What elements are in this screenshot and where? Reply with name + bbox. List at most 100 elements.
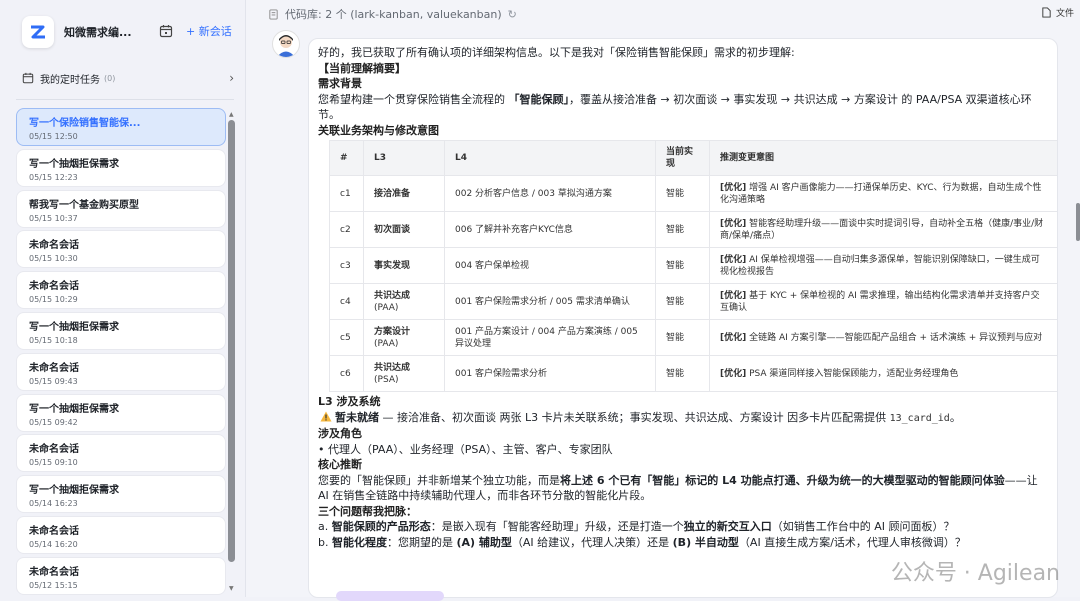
calendar-icon[interactable] xyxy=(159,24,173,38)
repo-icon xyxy=(269,8,278,20)
assistant-message: 好的，我已获取了所有确认项的详细架构信息。以下是我对「保险销售智能保顾」需求的初… xyxy=(308,38,1058,598)
refresh-icon[interactable]: ↻ xyxy=(508,8,517,21)
col-header: L3 xyxy=(363,140,445,176)
repo-count: 代码库: 2 个 (lark-kanban, valuekanban) xyxy=(285,8,502,21)
row-l3: 事实发现 xyxy=(363,247,445,284)
row-l3: 初次面谈 xyxy=(363,211,445,248)
conversation-item[interactable]: 未命名会话 05/15 09:43 xyxy=(16,352,226,391)
scheduled-count: (0) xyxy=(104,73,116,83)
conversation-title: 写一个抽烟拒保需求 xyxy=(29,321,119,333)
row-id: c2 xyxy=(329,211,364,248)
question-b: b. 智能化程度：您期望的是 (A) 辅助型（AI 给建议，代理人决策）还是 (… xyxy=(318,535,966,549)
row-impl: 智能 xyxy=(655,211,710,248)
core-text: 您要的「智能保顾」并非新增某个独立功能，而是将上述 6 个已有「智能」标记的 L… xyxy=(318,473,1038,503)
conversation-title: 未命名会话 xyxy=(29,525,79,537)
conversation-item[interactable]: 写一个抽烟拒保需求 05/15 09:42 xyxy=(16,393,226,432)
conversation-date: 05/15 12:23 xyxy=(29,172,78,182)
row-l3: 接洽准备 xyxy=(363,175,445,212)
row-intent: [优化] AI 保单检视增强——自动归集多源保单，智能识别保障缺口，一键生成可视… xyxy=(709,247,1057,284)
conversation-item[interactable]: 未命名会话 05/14 16:20 xyxy=(16,515,226,554)
chat-scrollbar[interactable] xyxy=(1076,203,1080,241)
row-id: c4 xyxy=(329,283,364,320)
conversation-item[interactable]: 未命名会话 05/15 09:10 xyxy=(16,434,226,473)
conversation-date: 05/15 10:18 xyxy=(29,335,78,345)
conversation-item[interactable]: 未命名会话 05/15 10:29 xyxy=(16,271,226,310)
row-impl: 智能 xyxy=(655,175,710,212)
app-logo-icon xyxy=(31,25,45,39)
conversation-item[interactable]: 写一个保险销售智能保... 05/15 12:50 xyxy=(16,108,226,146)
col-header: # xyxy=(329,140,364,176)
conversation-date: 05/15 12:50 xyxy=(29,132,78,141)
conversation-item[interactable]: 写一个抽烟拒保需求 05/15 12:23 xyxy=(16,148,226,187)
scroll-down-icon[interactable]: ▼ xyxy=(229,585,234,592)
table-row: c4 共识达成 (PAA) 001 客户保险需求分析 / 005 需求清单确认 智能 [优… xyxy=(329,283,1057,320)
row-l4: 004 客户保单检视 xyxy=(444,247,656,284)
conversation-item[interactable]: 帮我写一个基金购买原型 05/15 10:37 xyxy=(16,189,226,228)
l3-systems-heading: L3 涉及系统 xyxy=(318,395,381,408)
input-bar-hint[interactable] xyxy=(336,591,444,601)
chevron-right-icon: › xyxy=(229,71,234,85)
row-impl: 智能 xyxy=(655,247,710,284)
architecture-table: # L3 L4 当前实现 推测变更意图 c1 接洽准备 002 分析客户信息 / 0… xyxy=(329,140,1057,392)
watermark: 公众号 · Agilean xyxy=(890,561,1060,586)
divider xyxy=(16,99,234,100)
scroll-up-icon[interactable]: ▲ xyxy=(229,111,234,118)
intro-text: 好的，我已获取了所有确认项的详细架构信息。以下是我对「保险销售智能保顾」需求的初… xyxy=(318,46,795,59)
conversation-title: 写一个保险销售智能保... xyxy=(29,118,141,129)
row-intent: [优化] 基于 KYC + 保单检视的 AI 需求推理，输出结构化需求清单并支持… xyxy=(709,283,1057,320)
files-button[interactable]: 文件 xyxy=(1041,6,1074,19)
core-heading: 核心推断 xyxy=(318,458,362,471)
conversation-title: 未命名会话 xyxy=(29,444,79,456)
row-l3: 共识达成 (PSA) xyxy=(363,355,445,392)
row-intent: [优化] 全链路 AI 方案引擎——智能匹配产品组合 + 话术演练 + 异议预判… xyxy=(709,319,1057,356)
table-row: c1 接洽准备 002 分析客户信息 / 003 草拟沟通方案 智能 [优化] 增强 A… xyxy=(329,175,1057,212)
table-row: c6 共识达成 (PSA) 001 客户保险需求分析 智能 [优化] PSA 渠道同样接入… xyxy=(329,355,1057,392)
col-header: 当前实现 xyxy=(655,140,710,176)
row-l4: 006 了解并补充客户KYC信息 xyxy=(444,211,656,248)
new-chat-button[interactable]: + 新会话 xyxy=(186,23,232,39)
row-id: c3 xyxy=(329,247,364,284)
conversation-item[interactable]: 未命名会话 05/15 10:30 xyxy=(16,230,226,269)
conversation-title: 写一个抽烟拒保需求 xyxy=(29,158,119,170)
row-impl: 智能 xyxy=(655,283,710,320)
row-l3: 共识达成 (PAA) xyxy=(363,283,445,320)
conversation-title: 帮我写一个基金购买原型 xyxy=(29,199,139,211)
warning-icon xyxy=(320,411,332,421)
row-l4: 001 客户保险需求分析 / 005 需求清单确认 xyxy=(444,283,656,320)
row-l4: 002 分析客户信息 / 003 草拟沟通方案 xyxy=(444,175,656,212)
file-icon xyxy=(1042,7,1051,18)
conversation-date: 05/12 15:15 xyxy=(29,580,78,590)
conversation-item[interactable]: 未命名会话 05/12 15:15 xyxy=(16,556,226,595)
conversation-title: 未命名会话 xyxy=(29,566,79,578)
roles-item: • 代理人（PAA）、业务经理（PSA）、主管、客户、专家团队 xyxy=(318,442,613,456)
files-label: 文件 xyxy=(1055,9,1074,19)
row-intent: [优化] 增强 AI 客户画像能力——打通保单历史、KYC、行为数据，自动生成个… xyxy=(709,175,1057,212)
arch-heading: 关联业务架构与修改意图 xyxy=(318,123,439,137)
conversation-title: 未命名会话 xyxy=(29,281,79,293)
conversation-date: 05/15 09:42 xyxy=(29,417,78,427)
row-id: c6 xyxy=(329,355,364,392)
col-header: 推测变更意图 xyxy=(709,140,1057,176)
conversation-title: 未命名会话 xyxy=(29,240,79,252)
row-id: c1 xyxy=(329,175,364,212)
systems-warning: 暂未就绪 — 接洽准备、初次面谈 两张 L3 卡片未关联系统；事实发现、共识达成… xyxy=(320,410,1048,427)
conversation-title: 未命名会话 xyxy=(29,362,79,374)
scheduled-tasks[interactable]: 我的定时任务 (0) › xyxy=(22,68,234,88)
table-row: c5 方案设计 (PAA) 001 产品方案设计 / 004 产品方案演练 / 005… xyxy=(329,319,1057,356)
background-heading: 需求背景 xyxy=(318,77,362,90)
conversation-item[interactable]: 写一个抽烟拒保需求 05/14 16:23 xyxy=(16,475,226,514)
row-intent: [优化] PSA 渠道同样接入智能保顾能力，适配业务经理角色 xyxy=(709,355,1057,392)
questions-heading: 三个问题帮我把脉： xyxy=(318,504,417,518)
chat-main: 代码库: 2 个 (lark-kanban, valuekanban) ↻ 文件… xyxy=(246,0,1080,601)
conversation-date: 05/14 16:20 xyxy=(29,539,78,549)
table-row: c2 初次面谈 006 了解并补充客户KYC信息 智能 [优化] 智能客经助理升级——面… xyxy=(329,211,1057,248)
conversation-title: 写一个抽烟拒保需求 xyxy=(29,403,119,415)
conversation-item[interactable]: 写一个抽烟拒保需求 05/15 10:18 xyxy=(16,311,226,350)
conversation-date: 05/15 10:29 xyxy=(29,295,78,305)
row-l3: 方案设计 (PAA) xyxy=(363,319,445,356)
app-name: 知微需求编... xyxy=(64,26,132,39)
app-logo xyxy=(22,16,54,48)
sidebar-scrollbar[interactable] xyxy=(228,120,235,562)
calendar-icon xyxy=(22,72,34,84)
roles-heading: 涉及角色 xyxy=(318,427,362,440)
